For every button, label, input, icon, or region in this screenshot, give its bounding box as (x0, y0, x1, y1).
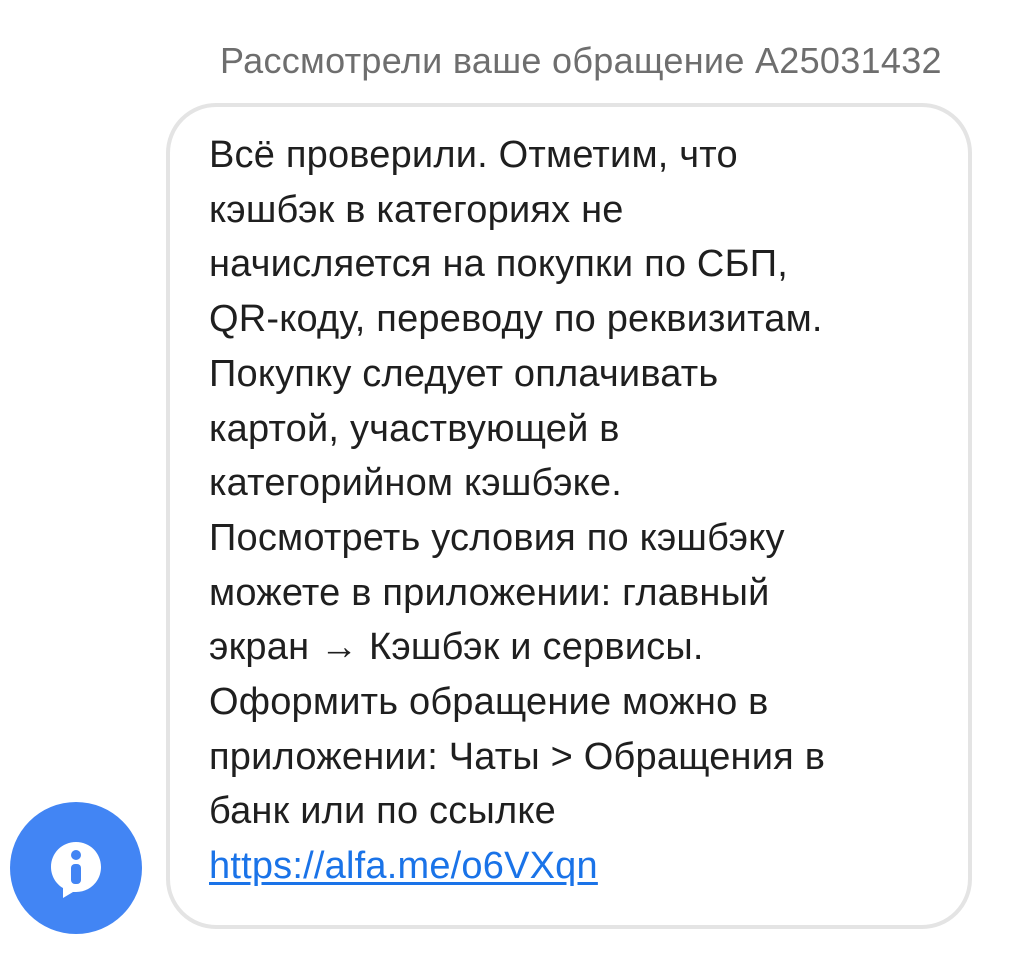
message-line: кэшбэк в категориях не (209, 188, 624, 231)
message-line: приложении: Чаты > Обращения в (209, 735, 826, 778)
sender-avatar[interactable] (10, 802, 142, 934)
message-link[interactable]: https://alfa.me/o6VXqn (209, 845, 598, 887)
message-line: банк или по ссылке (209, 790, 556, 833)
message-line: Оформить обращение можно в (209, 681, 769, 724)
conversation-title: Рассмотрели ваше обращение A25031432 (220, 40, 942, 81)
message-line: Всё проверили. Отметим, что (209, 134, 738, 176)
message-line: Посмотреть условия по кэшбэку (209, 516, 785, 559)
info-chat-icon (51, 842, 101, 898)
message-line: категорийном кэшбэке. (209, 462, 623, 505)
message-line: экран → Кэшбэк и сервисы. (209, 626, 704, 669)
message-line: картой, участвующей в (209, 407, 620, 450)
message-line: QR-коду, переводу по реквизитам. (209, 298, 823, 341)
message-text: Всё проверили. Отметим, что кэшбэк в кат… (209, 128, 949, 894)
message-line: начисляется на покупки по СБП, (209, 243, 788, 286)
message-line: можете в приложении: главный (209, 571, 770, 614)
message-line: Покупку следует оплачивать (209, 352, 719, 395)
